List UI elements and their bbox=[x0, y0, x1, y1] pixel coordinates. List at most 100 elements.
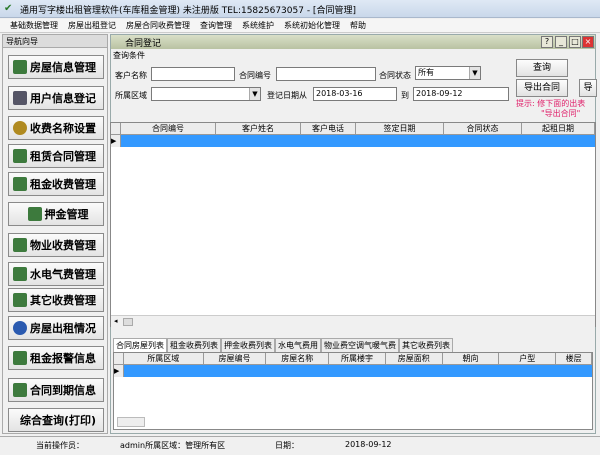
col-header[interactable]: 客户姓名 bbox=[216, 123, 301, 134]
menu-query[interactable]: 查询管理 bbox=[200, 19, 232, 32]
col-header[interactable]: 合同编号 bbox=[121, 123, 216, 134]
customer-input[interactable] bbox=[151, 67, 235, 81]
nav-label: 租赁合同管理 bbox=[30, 150, 96, 163]
tab-utility-fees[interactable]: 水电气费用 bbox=[275, 338, 321, 352]
date-value: 2018-09-12 bbox=[345, 440, 392, 449]
nav-header: 导航向导 bbox=[3, 35, 107, 48]
nav-rental-status[interactable]: 房屋出租情况 bbox=[8, 316, 104, 340]
tab-contract-houses[interactable]: 合同房屋列表 bbox=[113, 338, 167, 352]
contract-no-input[interactable] bbox=[276, 67, 376, 81]
customer-label: 客户名称 bbox=[115, 71, 147, 80]
contract-grid[interactable]: 合同编号 客户姓名 客户电话 签定日期 合同状态 起租日期 ▶ bbox=[110, 122, 596, 327]
col-header[interactable]: 所属楼宇 bbox=[329, 353, 386, 364]
col-header[interactable]: 客户电话 bbox=[301, 123, 356, 134]
region-select[interactable]: ▼ bbox=[151, 87, 261, 101]
horizontal-scrollbar[interactable]: ◂ bbox=[111, 315, 595, 327]
nav-other-fees[interactable]: 其它收费管理 bbox=[8, 288, 104, 312]
export-contract-button[interactable]: 导出合同 bbox=[516, 79, 568, 97]
window-title: 通用写字楼出租管理软件(车库租金管理) 未注册版 TEL:15825673057… bbox=[20, 6, 356, 16]
region-label: 所属区域 bbox=[115, 91, 147, 100]
nav-label: 合同到期信息 bbox=[30, 384, 96, 397]
row-pointer-icon: ▶ bbox=[114, 365, 124, 377]
nav-label: 综合查询(打印) bbox=[19, 414, 97, 427]
nav-label: 用户信息登记 bbox=[30, 92, 96, 105]
nav-label: 水电气费管理 bbox=[30, 268, 96, 281]
window-title: 合同登记 bbox=[125, 39, 162, 49]
document-icon bbox=[13, 267, 27, 281]
status-label: 合同状态 bbox=[379, 71, 411, 80]
menu-bar: 基础数据管理 房屋出租登记 房屋合同收费管理 查询管理 系统维护 系统初始化管理… bbox=[0, 19, 600, 33]
search-button[interactable]: 查询 bbox=[516, 59, 568, 77]
document-icon bbox=[13, 149, 27, 163]
status-select[interactable]: 所有 ▼ bbox=[415, 66, 481, 80]
date-to-label: 到 bbox=[401, 91, 409, 100]
menu-help[interactable]: 帮助 bbox=[350, 19, 366, 32]
maximize-button[interactable]: □ bbox=[569, 36, 581, 48]
operator-value: admin所属区域：管理所有区 bbox=[120, 441, 226, 450]
nav-property-fees[interactable]: 物业收费管理 bbox=[8, 233, 104, 257]
tab-other-fees[interactable]: 其它收费列表 bbox=[399, 338, 453, 352]
col-header[interactable]: 所属区域 bbox=[124, 353, 204, 364]
document-icon bbox=[13, 293, 27, 307]
date-to-input[interactable]: 2018-09-12 bbox=[413, 87, 509, 101]
tab-deposit-fees[interactable]: 押金收费列表 bbox=[221, 338, 275, 352]
tab-property-fees[interactable]: 物业费空调气暖气费 bbox=[321, 338, 399, 352]
chevron-down-icon: ▼ bbox=[469, 67, 480, 79]
export-button-2[interactable]: 导 bbox=[579, 79, 597, 97]
nav-label: 租金收费管理 bbox=[30, 178, 96, 191]
nav-contract-expiry[interactable]: 合同到期信息 bbox=[8, 378, 104, 402]
nav-general-query[interactable]: 综合查询(打印) bbox=[8, 408, 104, 432]
col-header[interactable]: 签定日期 bbox=[356, 123, 444, 134]
window-header: 合同登记 ? _ □ × bbox=[111, 35, 595, 49]
nav-fee-names[interactable]: 收费名称设置 bbox=[8, 116, 104, 140]
col-header[interactable]: 楼层 bbox=[556, 353, 593, 364]
table-row[interactable]: ▶ bbox=[114, 365, 592, 377]
menu-maintenance[interactable]: 系统维护 bbox=[242, 19, 274, 32]
col-header[interactable]: 房屋名称 bbox=[266, 353, 330, 364]
col-header[interactable]: 房屋面积 bbox=[386, 353, 443, 364]
date-from-input[interactable]: 2018-03-16 bbox=[313, 87, 397, 101]
query-group-label: 查询条件 bbox=[113, 51, 145, 60]
status-value: 所有 bbox=[418, 68, 434, 77]
nav-user-register[interactable]: 用户信息登记 bbox=[8, 86, 104, 110]
house-grid[interactable]: 所属区域 房屋编号 房屋名称 所属楼宇 房屋面积 朝向 户型 楼层 ▶ bbox=[113, 352, 593, 430]
col-header[interactable]: 朝向 bbox=[443, 353, 500, 364]
nav-utility-fees[interactable]: 水电气费管理 bbox=[8, 262, 104, 286]
document-icon bbox=[27, 207, 42, 221]
contract-window: 合同登记 ? _ □ × 查询条件 客户名称 合同编号 合同状态 所有 ▼ 所属区… bbox=[110, 34, 597, 434]
close-button[interactable]: × bbox=[582, 36, 594, 48]
scroll-left-icon[interactable]: ◂ bbox=[114, 317, 118, 325]
chevron-down-icon: ▼ bbox=[249, 88, 260, 100]
help-button[interactable]: ? bbox=[541, 36, 553, 48]
minimize-button[interactable]: _ bbox=[555, 36, 567, 48]
document-icon bbox=[13, 238, 27, 252]
indicator-header bbox=[111, 123, 121, 134]
nav-deposit[interactable]: 押金管理 bbox=[8, 202, 104, 226]
menu-basic-data[interactable]: 基础数据管理 bbox=[10, 19, 58, 32]
col-header[interactable]: 合同状态 bbox=[444, 123, 522, 134]
scroll-thumb[interactable] bbox=[123, 318, 133, 326]
title-bar: ✔ 通用写字楼出租管理软件(车库租金管理) 未注册版 TEL:158256730… bbox=[0, 0, 600, 18]
horizontal-scrollbar[interactable] bbox=[117, 417, 145, 427]
user-icon bbox=[13, 91, 27, 105]
menu-init[interactable]: 系统初始化管理 bbox=[284, 19, 340, 32]
table-row[interactable]: ▶ bbox=[111, 135, 595, 147]
tab-rent-fees[interactable]: 租金收费列表 bbox=[167, 338, 221, 352]
rotate-icon bbox=[13, 321, 27, 335]
nav-house-info[interactable]: 房屋信息管理 bbox=[8, 55, 104, 79]
document-icon bbox=[13, 351, 27, 365]
app-icon: ✔ bbox=[4, 3, 13, 14]
col-header[interactable]: 起租日期 bbox=[522, 123, 595, 134]
nav-rent-alarm[interactable]: 租金报警信息 bbox=[8, 346, 104, 370]
nav-lease-contract[interactable]: 租赁合同管理 bbox=[8, 144, 104, 168]
detail-tabs: 合同房屋列表 租金收费列表 押金收费列表 水电气费用 物业费空调气暖气费 其它收… bbox=[113, 338, 453, 352]
col-header[interactable]: 户型 bbox=[499, 353, 557, 364]
nav-label: 其它收费管理 bbox=[30, 294, 96, 307]
row-pointer-icon: ▶ bbox=[111, 135, 121, 147]
menu-rent-register[interactable]: 房屋出租登记 bbox=[68, 19, 116, 32]
nav-rent-fees[interactable]: 租金收费管理 bbox=[8, 172, 104, 196]
date-label: 日期： bbox=[275, 441, 299, 450]
nav-label: 房屋信息管理 bbox=[30, 61, 96, 74]
menu-contract-fees[interactable]: 房屋合同收费管理 bbox=[126, 19, 190, 32]
col-header[interactable]: 房屋编号 bbox=[204, 353, 267, 364]
